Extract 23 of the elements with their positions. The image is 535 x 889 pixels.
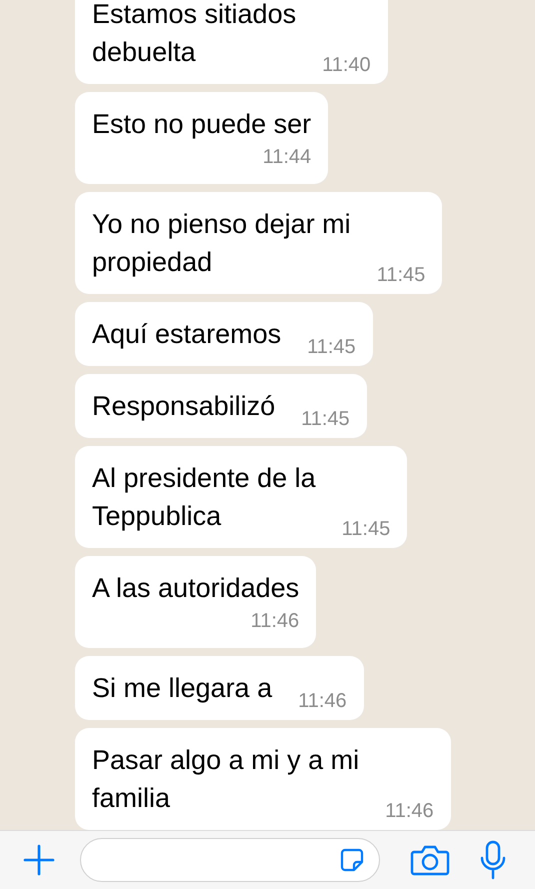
microphone-icon[interactable] <box>480 840 506 880</box>
message-time: 11:45 <box>342 517 390 542</box>
message-time: 11:46 <box>298 689 347 714</box>
camera-icon[interactable] <box>410 844 450 876</box>
message-time: 11:46 <box>385 799 434 824</box>
message-text: A las autoridades <box>92 572 300 605</box>
plus-icon[interactable] <box>22 843 56 877</box>
message-time: 11:40 <box>322 53 371 78</box>
message-time: 11:45 <box>376 263 426 288</box>
message-time: 11:45 <box>307 335 356 360</box>
message-text: Al presidente de la Teppublica <box>92 462 316 533</box>
message-text: Aquí estaremos <box>92 318 282 351</box>
sticker-icon[interactable] <box>339 847 365 873</box>
message-time: 11:45 <box>301 407 350 432</box>
message-text: Esto no puede ser <box>92 108 312 141</box>
message-text: Responsabilizó <box>92 390 276 423</box>
message-time: 11:46 <box>250 609 300 634</box>
message-text: Pasar algo a mi y a mi familia <box>92 744 360 815</box>
message-text: Si me llegara a <box>92 672 272 705</box>
message-text: Yo no pienso dejar mi propiedad <box>92 208 351 279</box>
message-text: Estamos sitiados debuelta <box>92 0 296 69</box>
message-input-field[interactable] <box>80 838 380 882</box>
message-time: 11:44 <box>262 145 312 170</box>
